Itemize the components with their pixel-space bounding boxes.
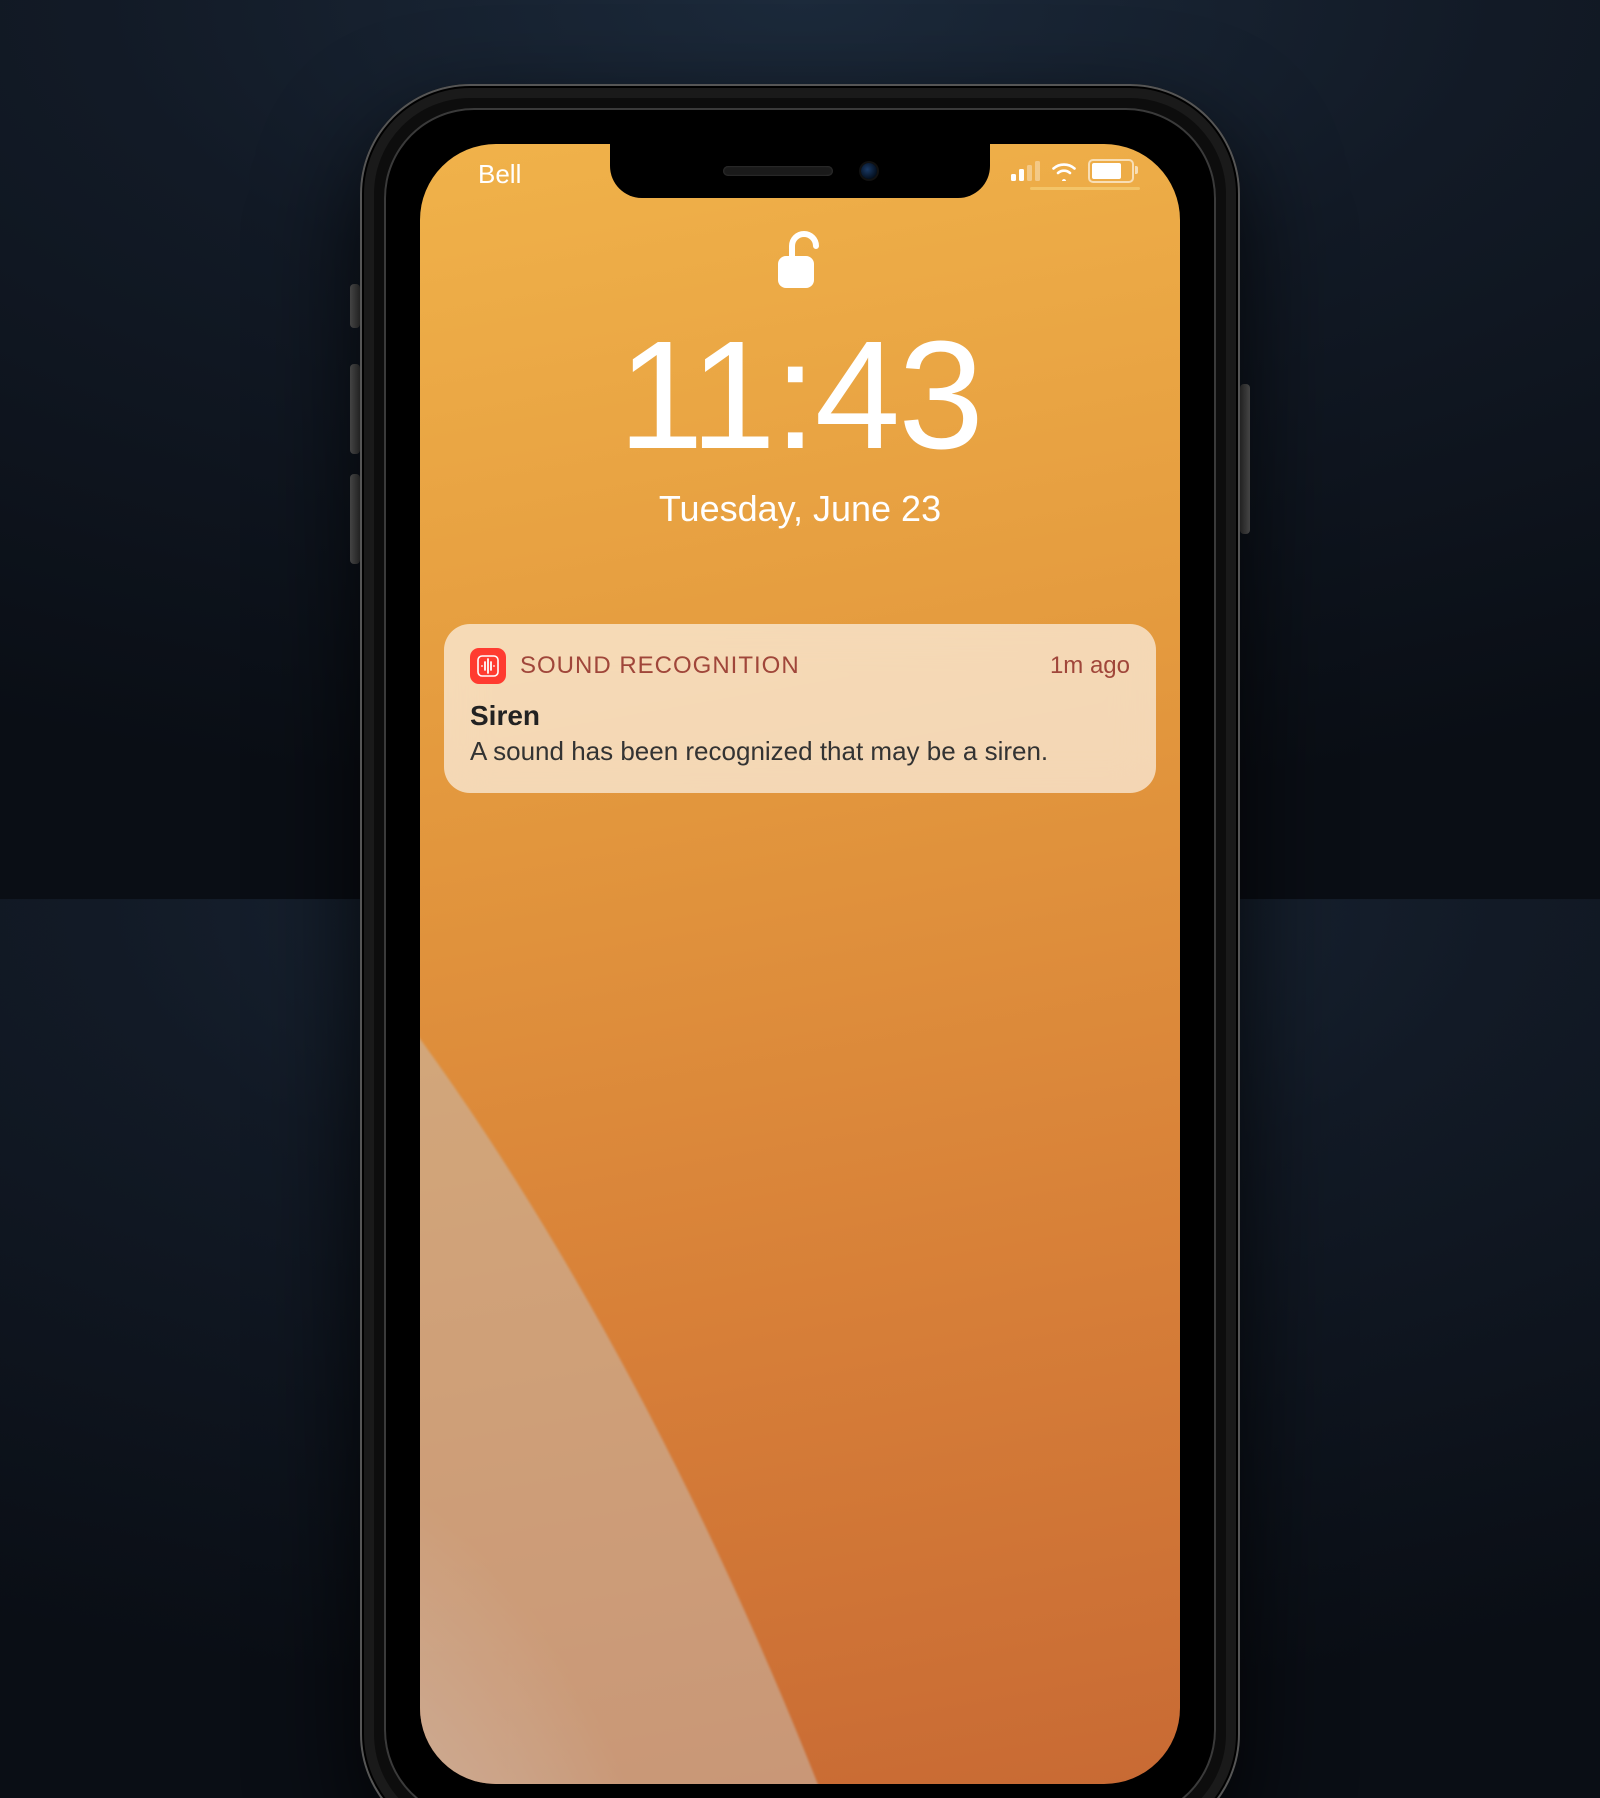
- notification-card[interactable]: SOUND RECOGNITION 1m ago Siren A sound h…: [444, 624, 1156, 793]
- lockscreen-header: 11:43 Tuesday, June 23: [420, 228, 1180, 530]
- status-indicator-bar: [1030, 187, 1140, 190]
- lockscreen-date: Tuesday, June 23: [659, 488, 941, 530]
- power-button[interactable]: [1240, 384, 1250, 534]
- unlocked-icon: [772, 228, 828, 296]
- volume-down-button[interactable]: [350, 474, 360, 564]
- status-bar: Bell: [420, 144, 1180, 204]
- carrier-label: Bell: [460, 159, 521, 190]
- screen: Bell: [420, 144, 1180, 1784]
- wifi-icon: [1050, 161, 1078, 181]
- notification-body: A sound has been recognized that may be …: [470, 736, 1130, 767]
- lockscreen-time: 11:43: [618, 318, 982, 472]
- notification-app-name: SOUND RECOGNITION: [520, 652, 800, 680]
- cellular-signal-icon: [1011, 161, 1040, 181]
- mute-switch[interactable]: [350, 284, 360, 328]
- phone-frame: Bell: [360, 84, 1240, 1798]
- notification-title: Siren: [470, 700, 1130, 732]
- volume-up-button[interactable]: [350, 364, 360, 454]
- battery-icon: [1088, 159, 1134, 183]
- notification-time-ago: 1m ago: [1050, 652, 1130, 680]
- sound-recognition-icon: [470, 648, 506, 684]
- phone-bezel: Bell: [384, 108, 1216, 1798]
